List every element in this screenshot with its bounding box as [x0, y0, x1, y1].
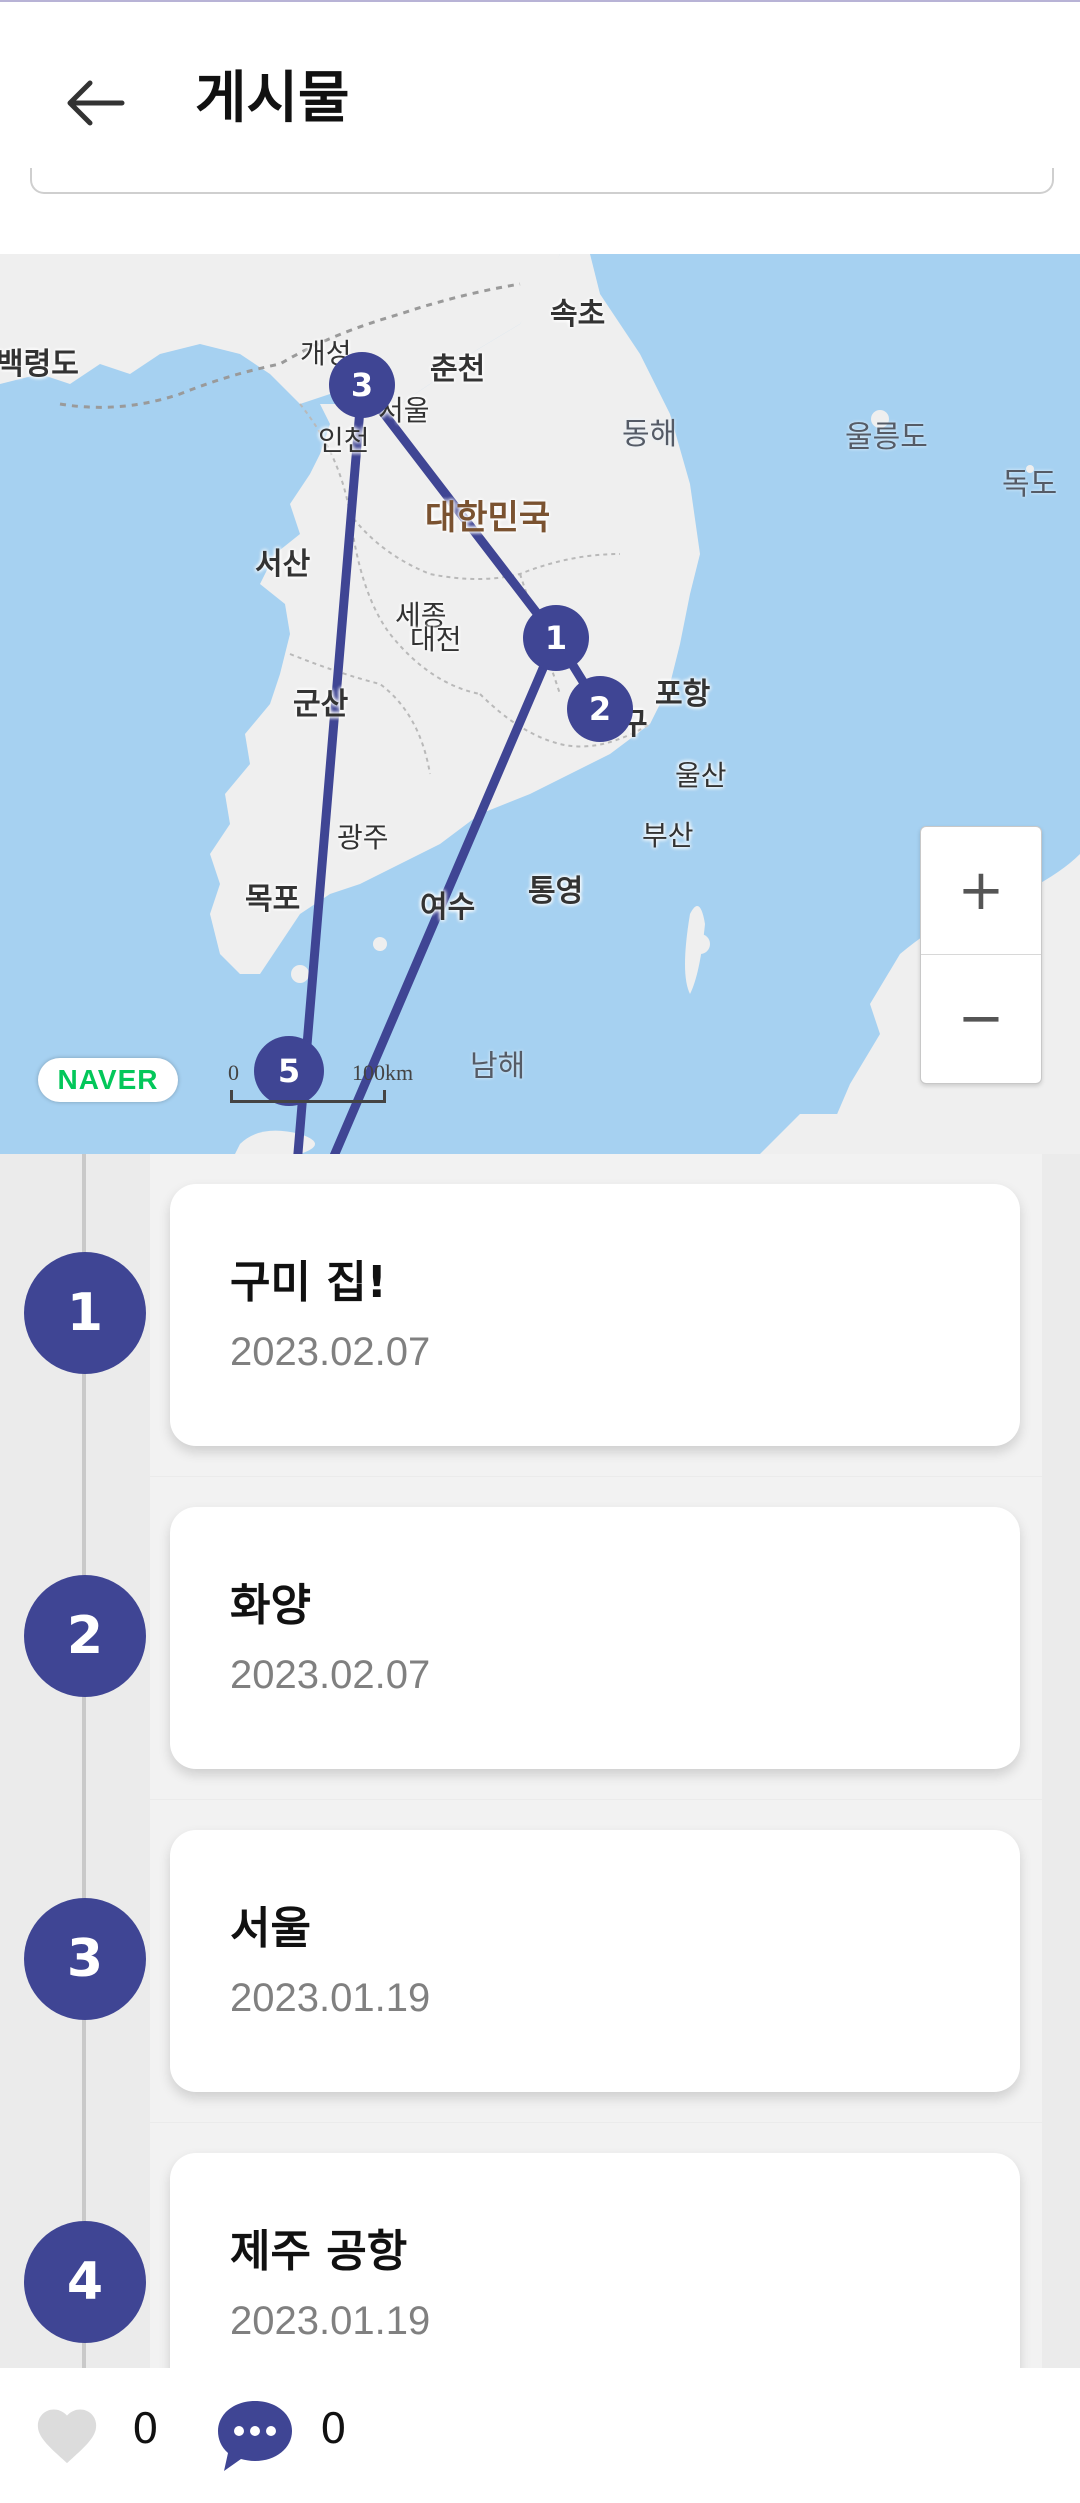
map-label-gunsan: 군산 — [293, 687, 349, 722]
map-label-pohang: 포항 — [655, 677, 711, 712]
stop-date: 2023.02.07 — [230, 1330, 431, 1374]
collapsed-content-card — [30, 168, 1054, 194]
zoom-in-button[interactable]: + — [921, 827, 1041, 954]
naver-logo[interactable]: NAVER — [38, 1058, 178, 1102]
timeline-stop: 4 제주 공항 2023.01.19 — [0, 2123, 1080, 2368]
map-label-sokcho: 속초 — [550, 297, 606, 332]
stop-number-badge: 2 — [24, 1575, 146, 1697]
app-header: 게시물 — [0, 2, 1080, 192]
stop-date: 2023.02.07 — [230, 1653, 431, 1697]
map-label-dokdo: 독도 — [1002, 467, 1058, 502]
route-timeline: 1 구미 집! 2023.02.07 2 화양 2023.02.07 3 서울 … — [0, 1154, 1080, 2368]
map-label-chuncheon: 춘천 — [430, 352, 486, 387]
map-label-mokpo: 목포 — [245, 882, 301, 917]
bottom-action-bar: 0 0 — [0, 2368, 1080, 2503]
stop-date: 2023.01.19 — [230, 1976, 431, 2020]
map-label-namhae: 남해 — [470, 1049, 526, 1084]
comment-count: 0 — [320, 2404, 347, 2453]
map-label-tongyeong: 통영 — [528, 874, 584, 909]
back-button[interactable] — [52, 60, 138, 146]
stop-number-badge: 4 — [24, 2221, 146, 2343]
map-label-incheon: 인천 — [318, 424, 370, 457]
map-marker-2[interactable]: 2 — [567, 676, 633, 742]
like-count: 0 — [132, 2404, 159, 2453]
map-scale: 0 100km — [228, 1060, 428, 1110]
stop-title: 화양 — [230, 1580, 311, 1631]
map-label-busan: 부산 — [642, 819, 694, 852]
like-button[interactable] — [32, 2401, 102, 2467]
stop-date: 2023.01.19 — [230, 2299, 431, 2343]
stop-card[interactable]: 구미 집! 2023.02.07 — [170, 1184, 1020, 1446]
scale-min-label: 0 — [228, 1060, 239, 1085]
map-label-ulleungdo: 울릉도 — [845, 420, 928, 455]
map-label-donghae: 동해 — [622, 417, 678, 452]
timeline-stop: 1 구미 집! 2023.02.07 — [0, 1154, 1080, 1477]
map-label-ulsan: 울산 — [675, 759, 727, 792]
stop-card[interactable]: 화양 2023.02.07 — [170, 1507, 1020, 1769]
zoom-control: + − — [920, 826, 1042, 1084]
arrow-left-icon — [67, 80, 125, 126]
timeline-stop: 3 서울 2023.01.19 — [0, 1800, 1080, 2123]
map-base — [0, 254, 1080, 1154]
map-label-gwangju: 광주 — [337, 821, 389, 854]
scale-max-label: 100km — [352, 1060, 414, 1085]
stop-number-badge: 1 — [24, 1252, 146, 1374]
map-label-seosan: 서산 — [255, 547, 311, 582]
scale-bar — [230, 1090, 386, 1103]
stop-title: 제주 공항 — [230, 2226, 408, 2277]
route-map[interactable]: 백령도 개성 춘천 속초 서울 인천 동해 울릉도 독도 대한민국 서산 세종 … — [0, 254, 1080, 1154]
map-marker-1[interactable]: 1 — [523, 605, 589, 671]
stop-title: 구미 집! — [230, 1257, 387, 1308]
comment-bubble-icon — [218, 2401, 292, 2471]
map-label-yeosu: 여수 — [420, 890, 476, 925]
map-label-korea: 대한민국 — [425, 498, 551, 538]
map-marker-3[interactable]: 3 — [329, 352, 395, 418]
map-label-daejeon: 대전 — [410, 623, 462, 656]
stop-card[interactable]: 서울 2023.01.19 — [170, 1830, 1020, 2092]
timeline-stop: 2 화양 2023.02.07 — [0, 1477, 1080, 1800]
stop-card[interactable]: 제주 공항 2023.01.19 — [170, 2153, 1020, 2368]
stop-number-badge: 3 — [24, 1898, 146, 2020]
heart-icon — [37, 2409, 97, 2464]
comment-button[interactable] — [214, 2395, 296, 2475]
stop-title: 서울 — [230, 1903, 311, 1954]
zoom-out-button[interactable]: − — [921, 954, 1041, 1082]
page-title: 게시물 — [195, 66, 350, 131]
map-label-baengnyeongdo: 백령도 — [0, 347, 79, 382]
